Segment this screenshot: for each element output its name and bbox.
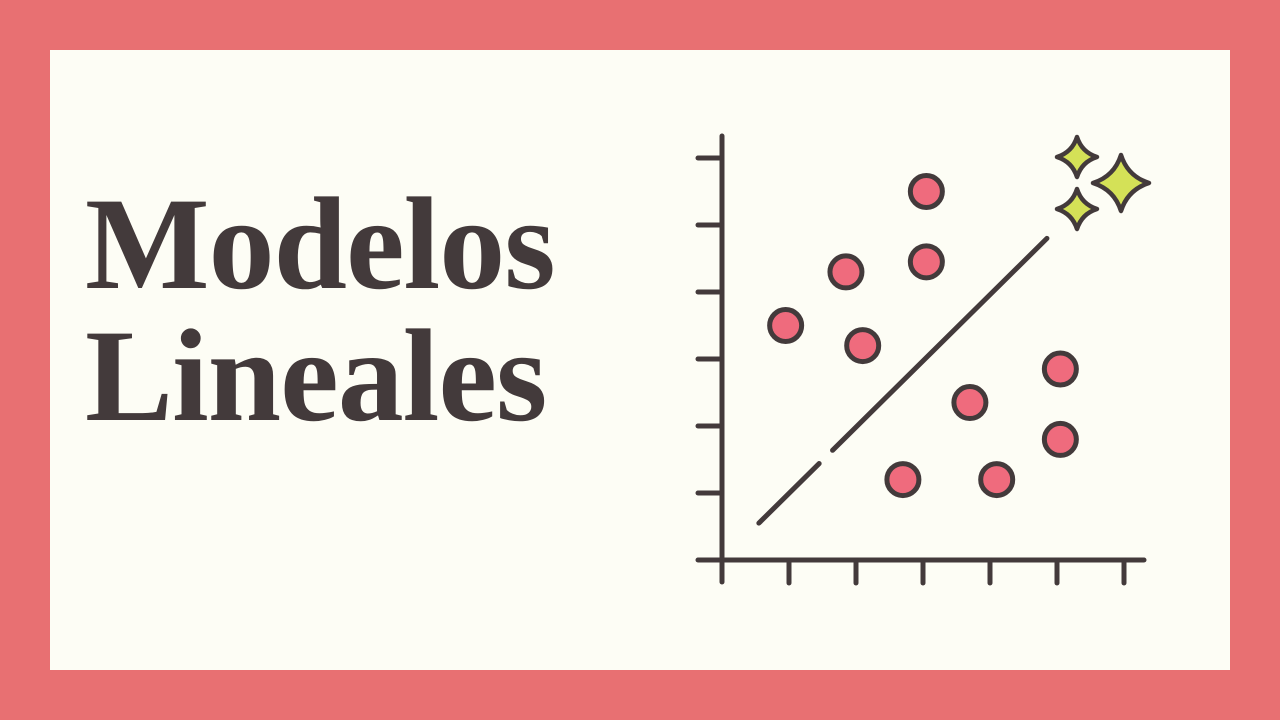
data-point: [1041, 350, 1079, 388]
data-point: [978, 461, 1016, 499]
data-point: [1041, 420, 1079, 458]
trendline-segment: [756, 461, 822, 526]
data-point: [951, 384, 989, 422]
data-point: [844, 327, 882, 365]
scatter-illustration: [695, 133, 1152, 586]
data-point: [884, 461, 922, 499]
data-point: [907, 173, 945, 210]
sparkle-icon: [1054, 186, 1100, 232]
data-point: [827, 253, 865, 291]
data-point: [767, 307, 805, 344]
sparkle-icon: [1090, 152, 1152, 214]
data-point: [907, 243, 945, 281]
sparkle-icon: [1054, 134, 1100, 180]
